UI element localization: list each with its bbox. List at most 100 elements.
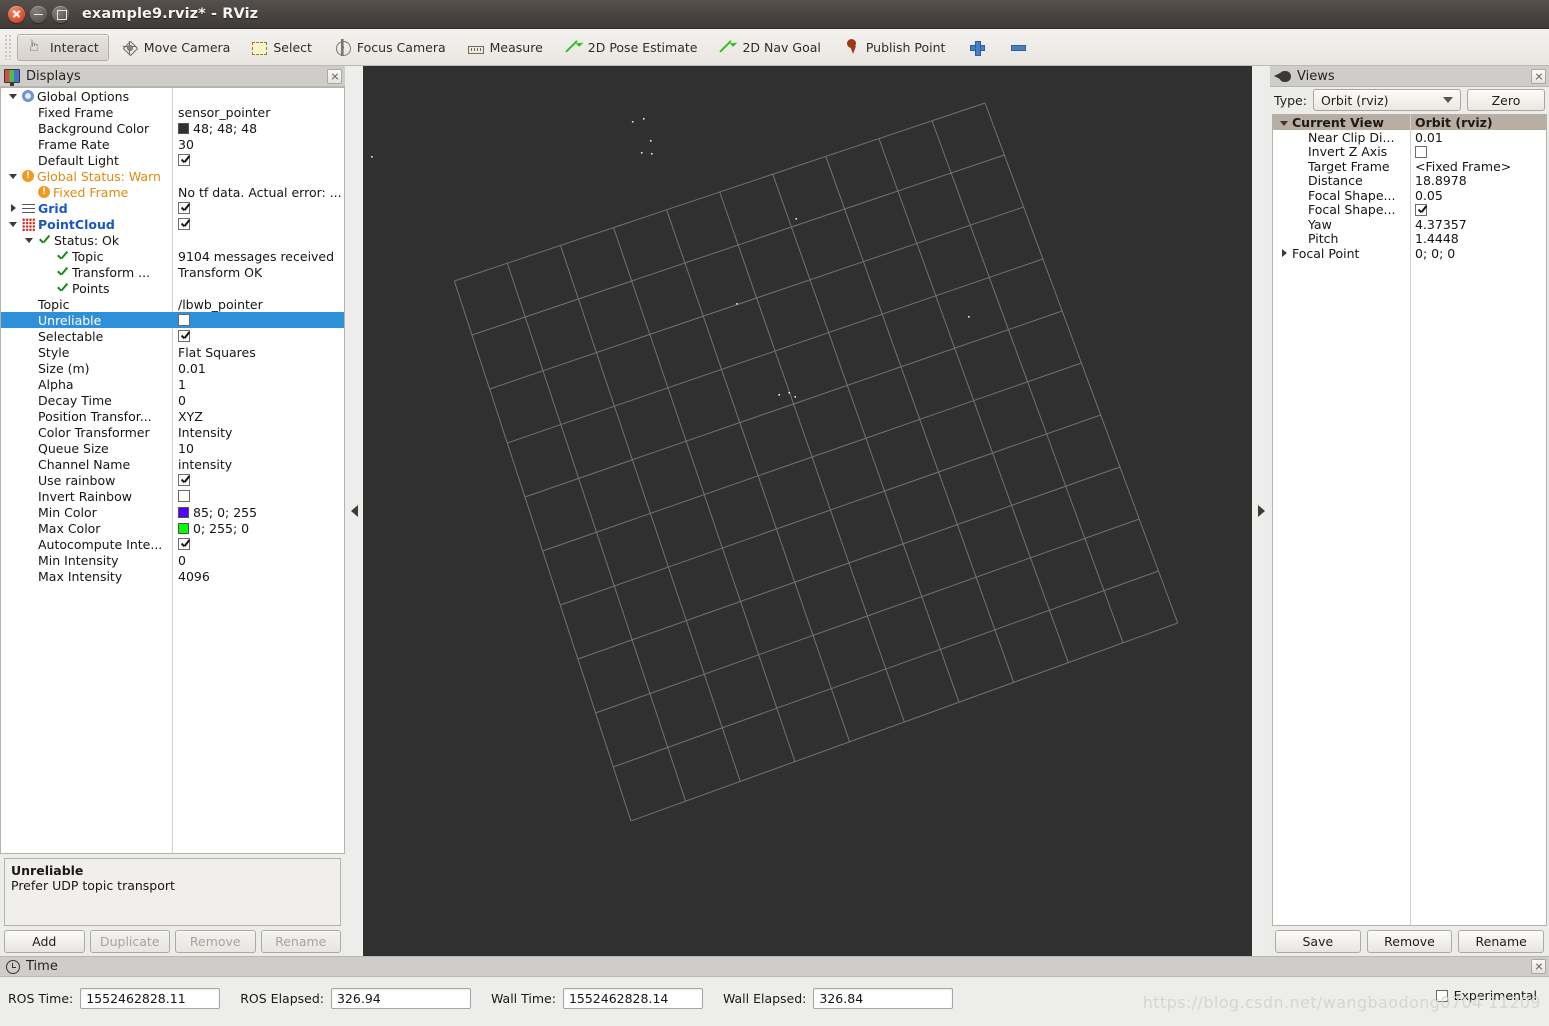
property-value-cell[interactable]: [172, 314, 344, 326]
time-field-input[interactable]: 1552462828.11: [80, 988, 221, 1009]
experimental-checkbox[interactable]: [1435, 989, 1448, 1002]
display-property-row[interactable]: Channel Name intensity: [1, 456, 344, 472]
views-tree[interactable]: Current View Orbit (rviz) Near Clip Di..…: [1272, 114, 1547, 926]
minimize-button[interactable]: [30, 5, 47, 23]
time-close-icon[interactable]: [1531, 959, 1546, 974]
view-property-value-cell[interactable]: 1.4448: [1410, 231, 1546, 246]
property-value-cell[interactable]: [172, 202, 344, 214]
collapse-right-arrow-icon[interactable]: [1257, 505, 1265, 517]
property-value-cell[interactable]: 9104 messages received: [172, 249, 344, 264]
color-swatch[interactable]: [178, 522, 189, 534]
view-type-select[interactable]: Orbit (rviz): [1312, 89, 1461, 111]
tool-2d-nav-goal[interactable]: 2D Nav Goal: [709, 34, 830, 61]
expand-arrow-down-icon[interactable]: [8, 88, 19, 104]
display-property-row[interactable]: Global Status: Warn: [1, 168, 344, 184]
display-property-row[interactable]: Style Flat Squares: [1, 344, 344, 360]
toolbar-drag-handle[interactable]: [4, 34, 13, 60]
display-property-row[interactable]: Background Color 48; 48; 48: [1, 120, 344, 136]
display-property-row[interactable]: Transform ... Transform OK: [1, 264, 344, 280]
color-swatch[interactable]: [178, 506, 189, 518]
zero-button[interactable]: Zero: [1467, 89, 1545, 111]
display-property-row[interactable]: Position Transfor... XYZ: [1, 408, 344, 424]
property-checkbox[interactable]: [178, 314, 190, 326]
tool-select[interactable]: Select: [242, 34, 322, 61]
display-property-row[interactable]: Queue Size 10: [1, 440, 344, 456]
displays-close-icon[interactable]: [327, 68, 342, 84]
display-property-row[interactable]: Use rainbow: [1, 472, 344, 488]
color-swatch[interactable]: [178, 122, 189, 134]
display-property-row[interactable]: Alpha 1: [1, 376, 344, 392]
time-field-input[interactable]: 326.84: [813, 988, 954, 1009]
tool-measure[interactable]: Measure: [458, 34, 553, 61]
tool-interact[interactable]: Interact: [17, 33, 109, 61]
tool-2d-pose-estimate[interactable]: 2D Pose Estimate: [555, 34, 708, 61]
property-value-cell[interactable]: 85; 0; 255: [172, 505, 344, 520]
view-property-value-cell[interactable]: <Fixed Frame>: [1410, 159, 1546, 174]
display-property-row[interactable]: Selectable: [1, 328, 344, 344]
experimental-row[interactable]: Experimental: [1435, 988, 1537, 1003]
property-value-cell[interactable]: Flat Squares: [172, 345, 344, 360]
property-value-cell[interactable]: sensor_pointer: [172, 105, 344, 120]
view-property-value-cell[interactable]: 18.8978: [1410, 173, 1546, 188]
expand-arrow-right-icon[interactable]: [1279, 245, 1290, 261]
property-checkbox[interactable]: [178, 330, 190, 342]
property-checkbox[interactable]: [178, 154, 190, 166]
display-property-row[interactable]: Status: Ok: [1, 232, 344, 248]
view-property-value-cell[interactable]: [1410, 203, 1546, 216]
property-value-cell[interactable]: [172, 154, 344, 166]
display-property-row[interactable]: PointCloud: [1, 216, 344, 232]
time-field-input[interactable]: 1552462828.14: [562, 988, 703, 1009]
property-value-cell[interactable]: 1: [172, 377, 344, 392]
save-view-button[interactable]: Save: [1275, 930, 1361, 953]
property-value-cell[interactable]: [172, 490, 344, 502]
collapse-left-arrow-icon[interactable]: [350, 505, 358, 517]
display-property-row[interactable]: Max Intensity 4096: [1, 568, 344, 584]
display-property-row[interactable]: Decay Time 0: [1, 392, 344, 408]
display-property-row[interactable]: Min Intensity 0: [1, 552, 344, 568]
property-value-cell[interactable]: 0; 255; 0: [172, 521, 344, 536]
display-property-row[interactable]: Min Color 85; 0; 255: [1, 504, 344, 520]
property-checkbox[interactable]: [178, 538, 190, 550]
property-checkbox[interactable]: [178, 490, 190, 502]
property-checkbox[interactable]: [178, 474, 190, 486]
property-value-cell[interactable]: 0: [172, 553, 344, 568]
display-property-row[interactable]: Points: [1, 280, 344, 296]
views-column-divider[interactable]: [1410, 115, 1411, 925]
remove-tool-button[interactable]: [998, 34, 1037, 61]
time-field-input[interactable]: 326.94: [330, 988, 471, 1009]
duplicate-button[interactable]: Duplicate: [89, 929, 170, 953]
display-property-row[interactable]: Invert Rainbow: [1, 488, 344, 504]
property-value-cell[interactable]: [172, 474, 344, 486]
rename-button[interactable]: Rename: [260, 929, 341, 953]
property-value-cell[interactable]: 0.01: [172, 361, 344, 376]
add-tool-button[interactable]: [957, 34, 996, 61]
property-value-cell[interactable]: [172, 538, 344, 550]
display-property-row[interactable]: Frame Rate 30: [1, 136, 344, 152]
view-property-checkbox[interactable]: [1415, 145, 1427, 158]
view-property-value-cell[interactable]: 4.37357: [1410, 217, 1546, 232]
property-value-cell[interactable]: 30: [172, 137, 344, 152]
display-property-row[interactable]: Grid: [1, 200, 344, 216]
display-property-row[interactable]: Global Options: [1, 88, 344, 104]
maximize-button[interactable]: [52, 5, 69, 23]
tool-move-camera[interactable]: Move Camera: [111, 34, 241, 61]
right-splitter[interactable]: [1252, 66, 1270, 956]
display-property-row[interactable]: Topic/lbwb_pointer: [1, 296, 344, 312]
property-checkbox[interactable]: [178, 202, 190, 214]
view-property-value-cell[interactable]: 0.05: [1410, 188, 1546, 203]
expand-arrow-down-icon[interactable]: [8, 168, 19, 184]
display-property-row[interactable]: Fixed Frame sensor_pointer: [1, 104, 344, 120]
property-checkbox[interactable]: [178, 218, 190, 230]
property-value-cell[interactable]: [172, 330, 344, 342]
tool-focus-camera[interactable]: Focus Camera: [324, 34, 456, 61]
tool-publish-point[interactable]: Publish Point: [833, 34, 956, 61]
view-property-value-cell[interactable]: 0.01: [1410, 130, 1546, 145]
view-property-value-cell[interactable]: 0; 0; 0: [1410, 246, 1546, 261]
property-value-cell[interactable]: 4096: [172, 569, 344, 584]
display-property-row[interactable]: Default Light: [1, 152, 344, 168]
display-property-row[interactable]: Autocompute Inte...: [1, 536, 344, 552]
property-value-cell[interactable]: 0: [172, 393, 344, 408]
view-property-checkbox[interactable]: [1415, 203, 1427, 216]
remove-button[interactable]: Remove: [175, 929, 256, 953]
views-close-icon[interactable]: [1531, 68, 1546, 84]
